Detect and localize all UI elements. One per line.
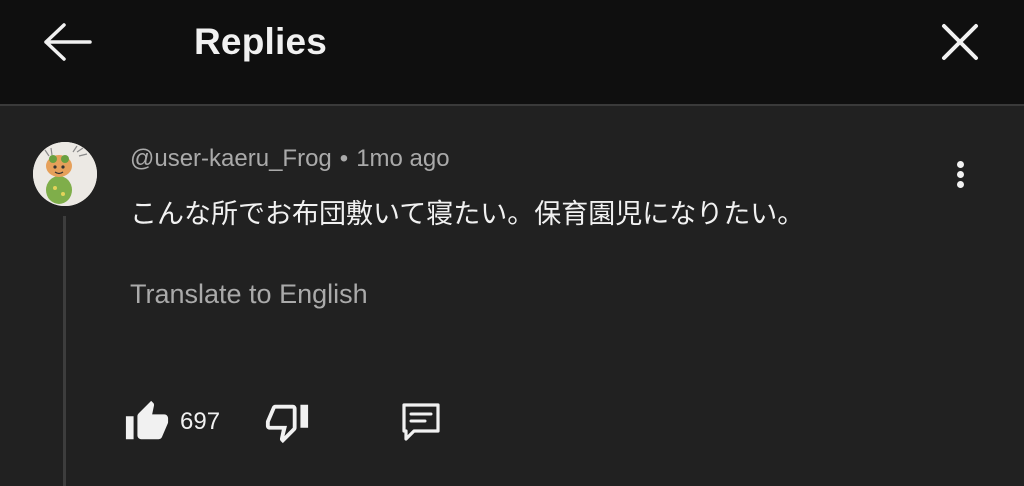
page-title: Replies — [194, 21, 328, 62]
meta-separator: • — [339, 145, 349, 172]
thumb-down-icon — [265, 404, 309, 444]
arrow-back-icon — [44, 23, 92, 61]
comment-meta: @user-kaeru_Frog • 1mo ago — [130, 143, 450, 175]
reply-button[interactable] — [398, 399, 444, 445]
comment-author[interactable]: @user-kaeru_Frog — [130, 145, 332, 172]
translate-button[interactable]: Translate to English — [130, 274, 368, 314]
close-button[interactable] — [934, 16, 986, 68]
close-icon — [942, 24, 978, 60]
dislike-button[interactable] — [264, 399, 398, 445]
avatar[interactable] — [33, 142, 97, 206]
comment-actions: 697 — [124, 396, 444, 448]
comment-timestamp: 1mo ago — [356, 145, 450, 172]
comment-text: こんな所でお布団敷いて寝たい。保育園児になりたい。 — [130, 199, 805, 229]
comment-reply-icon — [402, 403, 440, 441]
thread-line — [63, 216, 66, 486]
more-options-button[interactable] — [940, 150, 980, 198]
back-button[interactable] — [38, 20, 94, 64]
comment: @user-kaeru_Frog • 1mo ago こんな所でお布団敷いて寝たい。… — [0, 106, 1024, 486]
like-count: 697 — [180, 408, 221, 435]
thumb-up-icon — [125, 400, 169, 440]
more-vert-icon — [956, 158, 964, 191]
frog-character-icon — [33, 142, 97, 206]
like-button[interactable]: 697 — [124, 399, 264, 445]
replies-header: Replies — [0, 0, 1024, 106]
